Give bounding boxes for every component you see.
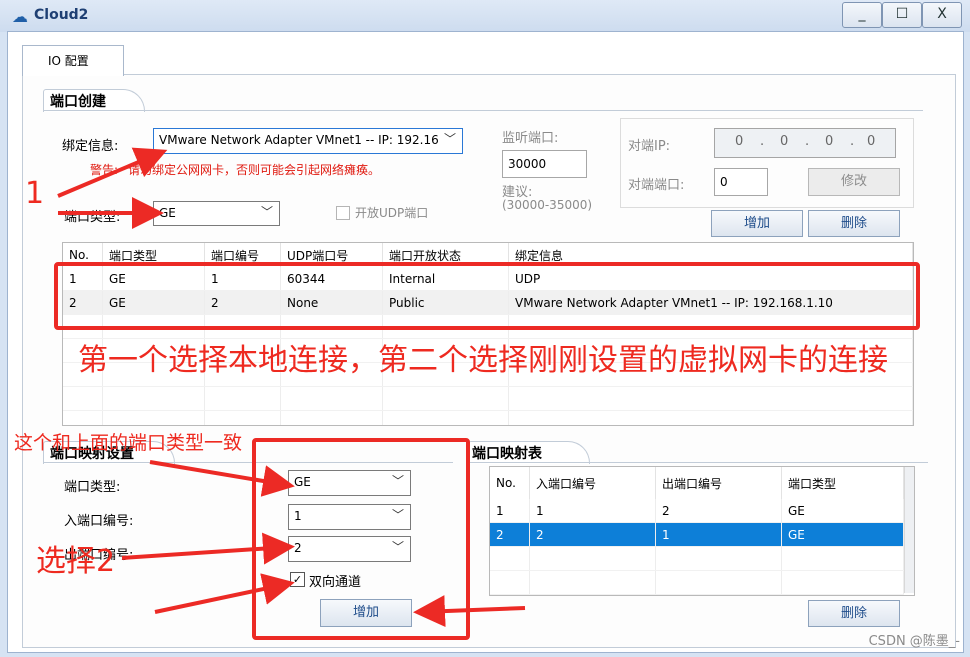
watermark: CSDN @陈墨_- [868,634,960,649]
arrow-to-bind-combo [57,147,168,198]
annotation-arrows [57,147,526,628]
arrow-to-bidirectional [154,573,295,614]
arrow-to-map-port-type [149,460,295,497]
arrow-to-out-port [121,532,295,565]
arrow-from-mapping-table [413,595,526,628]
